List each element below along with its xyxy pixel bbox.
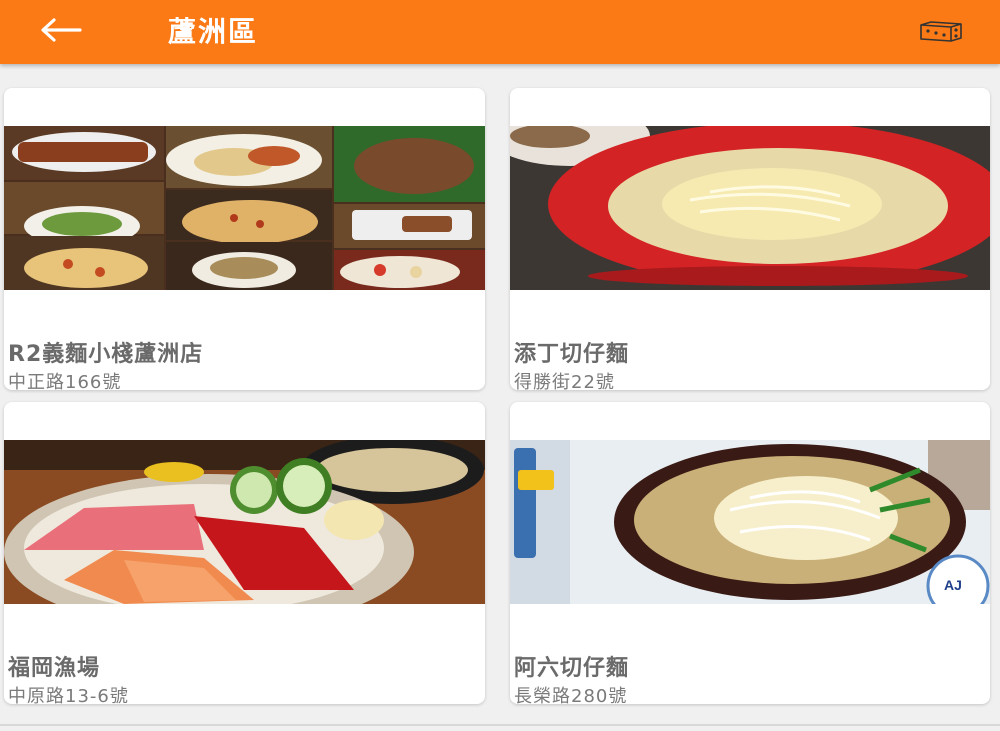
restaurant-photo bbox=[4, 440, 485, 604]
restaurant-photo: AJ bbox=[510, 440, 990, 604]
restaurant-name: 添丁切仔麵 bbox=[514, 342, 630, 367]
dice-icon bbox=[918, 20, 964, 46]
back-button[interactable] bbox=[34, 14, 86, 50]
app-bar: 蘆洲區 bbox=[0, 0, 1000, 64]
restaurant-name: 阿六切仔麵 bbox=[514, 656, 630, 681]
random-pick-button[interactable] bbox=[914, 16, 968, 50]
restaurant-card[interactable]: AJ 阿六切仔麵 長榮路280號 bbox=[510, 402, 990, 704]
page-title: 蘆洲區 bbox=[168, 15, 259, 48]
restaurant-photo bbox=[510, 126, 990, 290]
restaurant-address: 中原路13-6號 bbox=[8, 686, 129, 704]
restaurant-name: R2義麵小棧蘆洲店 bbox=[8, 342, 204, 367]
restaurant-card[interactable]: 添丁切仔麵 得勝街22號 bbox=[510, 88, 990, 390]
restaurant-photo bbox=[4, 126, 485, 290]
restaurant-name: 福岡漁場 bbox=[8, 656, 101, 681]
restaurant-card[interactable]: 福岡漁場 中原路13-6號 bbox=[4, 402, 485, 704]
divider bbox=[0, 724, 1000, 726]
restaurant-address: 得勝街22號 bbox=[514, 372, 615, 390]
svg-text:AJ: AJ bbox=[944, 577, 962, 593]
arrow-left-icon bbox=[38, 18, 82, 46]
restaurant-address: 長榮路280號 bbox=[514, 686, 628, 704]
restaurant-address: 中正路166號 bbox=[8, 372, 122, 390]
restaurant-card[interactable]: R2義麵小棧蘆洲店 中正路166號 bbox=[4, 88, 485, 390]
